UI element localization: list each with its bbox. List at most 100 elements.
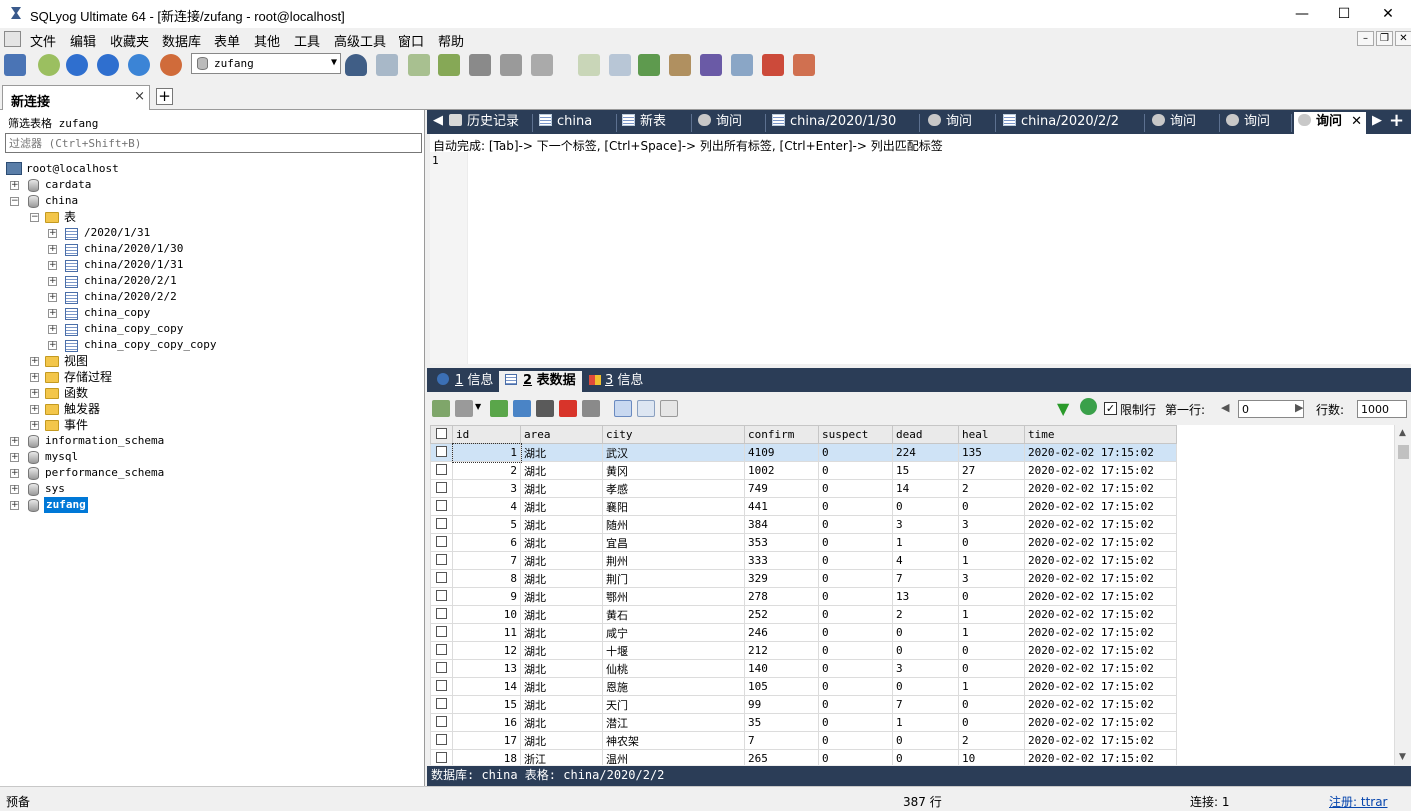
cell-suspect[interactable]: 0	[818, 515, 893, 534]
tree-table[interactable]: china/2020/1/31	[84, 257, 183, 273]
mdi-minimize-icon[interactable]: –	[1357, 31, 1374, 46]
table-row[interactable]: 5 湖北 随州 384 0 3 3 2020-02-02 17:15:02	[430, 515, 1177, 534]
tree-folder-procedures[interactable]: 存储过程	[64, 369, 112, 385]
cell-heal[interactable]: 2	[958, 479, 1025, 498]
row-checkbox[interactable]	[430, 749, 453, 765]
table-row[interactable]: 7 湖北 荆州 333 0 4 1 2020-02-02 17:15:02	[430, 551, 1177, 570]
execute-all-icon[interactable]	[97, 54, 119, 76]
tab-history[interactable]: 历史记录	[445, 112, 533, 134]
cell-area[interactable]: 湖北	[520, 461, 603, 480]
cell-city[interactable]: 孝感	[602, 479, 745, 498]
cell-suspect[interactable]: 0	[818, 659, 893, 678]
cell-id[interactable]: 4	[452, 497, 521, 516]
compare-icon[interactable]	[638, 54, 660, 76]
row-checkbox[interactable]	[430, 497, 453, 516]
tab-query[interactable]: 询问	[1148, 112, 1220, 134]
row-checkbox[interactable]	[430, 641, 453, 660]
notification-icon[interactable]	[700, 54, 722, 76]
row-checkbox[interactable]	[430, 731, 453, 750]
register-link[interactable]: 注册: ttrar	[1329, 793, 1388, 810]
table-row[interactable]: 2 湖北 黄冈 1002 0 15 27 2020-02-02 17:15:02	[430, 461, 1177, 480]
expand-icon[interactable]: +	[48, 277, 57, 286]
cell-confirm[interactable]: 35	[744, 713, 819, 732]
expand-icon[interactable]: +	[10, 501, 19, 510]
expand-icon[interactable]: +	[10, 453, 19, 462]
cell-city[interactable]: 随州	[602, 515, 745, 534]
tab-query[interactable]: 询问	[694, 112, 766, 134]
tree-table[interactable]: /2020/1/31	[84, 225, 150, 241]
cell-suspect[interactable]: 0	[818, 695, 893, 714]
cell-area[interactable]: 湖北	[520, 605, 603, 624]
cell-time[interactable]: 2020-02-02 17:15:02	[1024, 461, 1177, 480]
cell-suspect[interactable]: 0	[818, 569, 893, 588]
expand-icon[interactable]: +	[48, 325, 57, 334]
cell-area[interactable]: 湖北	[520, 515, 603, 534]
cell-id[interactable]: 18	[452, 749, 521, 765]
cell-heal[interactable]: 10	[958, 749, 1025, 765]
cell-city[interactable]: 鄂州	[602, 587, 745, 606]
table-row[interactable]: 18 浙江 温州 265 0 0 10 2020-02-02 17:15:02	[430, 749, 1177, 765]
expand-icon[interactable]: +	[48, 293, 57, 302]
cell-dead[interactable]: 1	[892, 533, 959, 552]
cell-dead[interactable]: 7	[892, 569, 959, 588]
tree-server[interactable]: root@localhost	[26, 161, 119, 177]
cell-city[interactable]: 襄阳	[602, 497, 745, 516]
grid-view-icon[interactable]	[614, 400, 632, 417]
expand-icon[interactable]: +	[10, 437, 19, 446]
cell-heal[interactable]: 135	[958, 443, 1025, 462]
expand-icon[interactable]: +	[10, 181, 19, 190]
cell-confirm[interactable]: 265	[744, 749, 819, 765]
cell-time[interactable]: 2020-02-02 17:15:02	[1024, 731, 1177, 750]
menu-tools[interactable]: 工具	[294, 31, 320, 50]
cell-time[interactable]: 2020-02-02 17:15:02	[1024, 479, 1177, 498]
cell-heal[interactable]: 1	[958, 623, 1025, 642]
tree-table[interactable]: china/2020/2/1	[84, 273, 177, 289]
cell-heal[interactable]: 27	[958, 461, 1025, 480]
cell-time[interactable]: 2020-02-02 17:15:02	[1024, 713, 1177, 732]
cell-time[interactable]: 2020-02-02 17:15:02	[1024, 623, 1177, 642]
cell-heal[interactable]: 1	[958, 551, 1025, 570]
cell-dead[interactable]: 3	[892, 659, 959, 678]
tab-china[interactable]: china	[535, 112, 617, 134]
tree-table[interactable]: china_copy_copy	[84, 321, 183, 337]
prev-page-icon[interactable]: ◀	[1221, 401, 1229, 414]
cell-heal[interactable]: 0	[958, 497, 1025, 516]
row-checkbox[interactable]	[430, 605, 453, 624]
table-row[interactable]: 9 湖北 鄂州 278 0 13 0 2020-02-02 17:15:02	[430, 587, 1177, 606]
cell-id[interactable]: 16	[452, 713, 521, 732]
cell-suspect[interactable]: 0	[818, 677, 893, 696]
migration-icon[interactable]	[669, 54, 691, 76]
cell-id[interactable]: 12	[452, 641, 521, 660]
menu-table[interactable]: 表单	[214, 31, 240, 50]
scheduler-icon[interactable]	[578, 54, 600, 76]
filter-input[interactable]	[5, 133, 422, 153]
cell-suspect[interactable]: 0	[818, 497, 893, 516]
tree-folder-events[interactable]: 事件	[64, 417, 88, 433]
insert-row-icon[interactable]	[490, 400, 508, 417]
cell-dead[interactable]: 4	[892, 551, 959, 570]
cell-suspect[interactable]: 0	[818, 605, 893, 624]
column-header-confirm[interactable]: confirm	[744, 425, 819, 444]
cell-id[interactable]: 13	[452, 659, 521, 678]
tree-table[interactable]: china_copy_copy_copy	[84, 337, 216, 353]
tab-table-data[interactable]: 2 表数据	[499, 371, 582, 392]
table-row[interactable]: 16 湖北 潜江 35 0 1 0 2020-02-02 17:15:02	[430, 713, 1177, 732]
cell-dead[interactable]: 224	[892, 443, 959, 462]
sync-icon[interactable]	[609, 54, 631, 76]
tab-new-table[interactable]: 新表	[618, 112, 692, 134]
cell-time[interactable]: 2020-02-02 17:15:02	[1024, 605, 1177, 624]
cell-area[interactable]: 湖北	[520, 443, 603, 462]
tab-table-2020-2-2[interactable]: china/2020/2/2	[999, 112, 1145, 134]
cell-suspect[interactable]: 0	[818, 749, 893, 765]
cell-confirm[interactable]: 333	[744, 551, 819, 570]
cell-area[interactable]: 浙江	[520, 749, 603, 765]
cell-heal[interactable]: 3	[958, 569, 1025, 588]
tree-folder-functions[interactable]: 函数	[64, 385, 88, 401]
cell-area[interactable]: 湖北	[520, 659, 603, 678]
cell-dead[interactable]: 7	[892, 695, 959, 714]
add-connection-button[interactable]: +	[156, 88, 173, 105]
cell-dead[interactable]: 14	[892, 479, 959, 498]
tab-query[interactable]: 询问	[1222, 112, 1292, 134]
row-checkbox[interactable]	[430, 659, 453, 678]
cell-dead[interactable]: 0	[892, 641, 959, 660]
